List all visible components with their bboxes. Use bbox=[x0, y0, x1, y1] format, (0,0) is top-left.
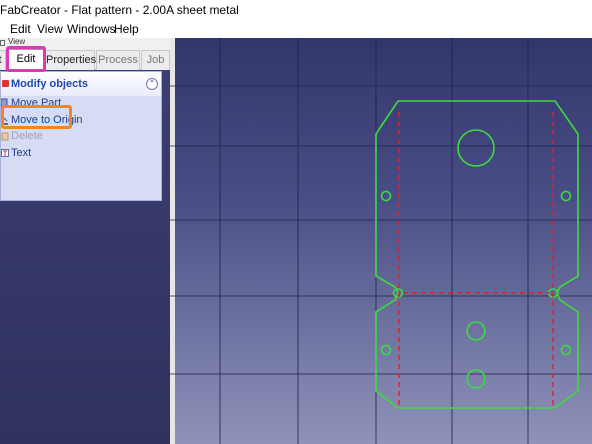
modify-objects-panel: Modify objects ⌃ Move Part Move to Origi… bbox=[0, 71, 162, 201]
side-hole-right-top bbox=[560, 190, 572, 202]
chevron-up-icon[interactable]: ⌃ bbox=[146, 78, 158, 90]
flat-pattern-canvas[interactable] bbox=[170, 38, 592, 444]
move-to-origin-highlight bbox=[1, 105, 72, 129]
grid bbox=[170, 38, 592, 444]
large-hole bbox=[457, 129, 495, 167]
modify-objects-header[interactable]: Modify objects ⌃ bbox=[1, 72, 161, 96]
side-hole-right-bottom bbox=[560, 344, 572, 356]
tab-job[interactable]: Job bbox=[141, 50, 170, 70]
title-bar: FabCreator - Flat pattern - 2.00A sheet … bbox=[0, 0, 592, 20]
drawing-viewport[interactable] bbox=[170, 38, 592, 444]
side-hole-left-top bbox=[380, 190, 392, 202]
modify-icon bbox=[2, 80, 9, 87]
menu-edit[interactable]: Edit bbox=[10, 22, 31, 36]
menu-windows[interactable]: Windows bbox=[67, 22, 116, 36]
window-title: FabCreator - Flat pattern - 2.00A sheet … bbox=[0, 3, 239, 17]
part-outline[interactable] bbox=[375, 100, 579, 409]
delete-item[interactable]: Delete bbox=[1, 129, 151, 145]
edit-tab-highlight bbox=[6, 46, 46, 72]
mid-hole-upper bbox=[466, 321, 486, 341]
tab-process[interactable]: Process bbox=[96, 50, 140, 70]
mid-hole-lower bbox=[466, 369, 486, 389]
text-item[interactable]: Text bbox=[1, 146, 151, 162]
menu-help[interactable]: Help bbox=[114, 22, 139, 36]
bend-lines[interactable] bbox=[398, 112, 554, 406]
left-dock-panel: View t Edit Properties Process Job Modif… bbox=[0, 38, 170, 444]
delete-icon bbox=[1, 132, 9, 141]
tab-properties[interactable]: Properties bbox=[45, 50, 96, 70]
dock-title: View bbox=[8, 38, 26, 46]
text-icon bbox=[1, 149, 9, 157]
text-label: Text bbox=[11, 147, 32, 159]
menu-view[interactable]: View bbox=[37, 22, 63, 36]
menu-bar: Edit View Windows Help bbox=[0, 20, 592, 38]
dock-grip-icon[interactable] bbox=[0, 40, 5, 46]
delete-label: Delete bbox=[11, 130, 43, 142]
modify-objects-title: Modify objects bbox=[11, 78, 89, 90]
side-hole-left-bottom bbox=[380, 344, 392, 356]
